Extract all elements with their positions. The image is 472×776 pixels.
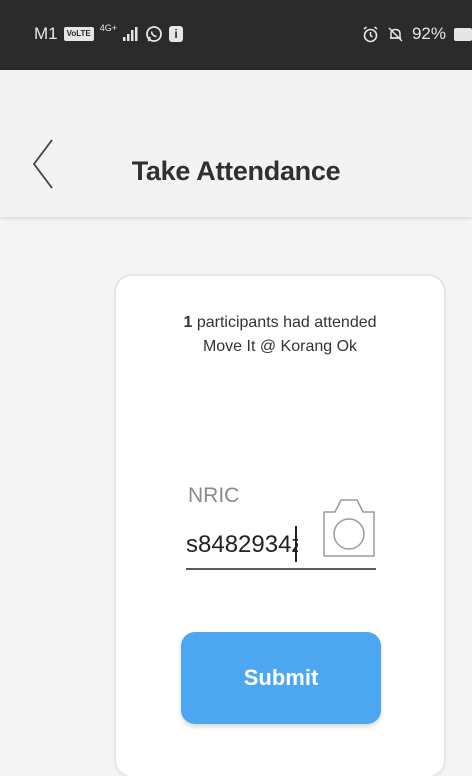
participants-summary: 1 participants had attended: [116, 314, 444, 332]
carrier-name: M1: [34, 24, 58, 43]
whatsapp-icon: [146, 26, 162, 42]
network-type: 4G+: [99, 22, 118, 33]
submit-button[interactable]: Submit: [181, 632, 381, 724]
nric-input[interactable]: [186, 528, 298, 562]
info-icon: i: [169, 26, 184, 42]
nric-underline: [186, 568, 376, 570]
camera-button[interactable]: [322, 492, 376, 558]
event-name: Move It @ Korang Ok: [202, 338, 358, 355]
text-cursor: [295, 526, 297, 562]
mute-icon: [388, 26, 403, 42]
battery-level: 92%: [411, 24, 446, 43]
status-bar: M1 VoLTE 4G+ i 92%: [0, 0, 472, 70]
status-right: 92%: [362, 24, 472, 44]
volte-badge: VoLTE: [63, 27, 94, 41]
participant-count: 1: [183, 314, 193, 331]
nric-label: NRIC: [188, 484, 240, 507]
attendance-card: 1 participants had attended Move It @ Ko…: [116, 276, 444, 776]
alarm-icon: [363, 25, 378, 42]
signal-icon: [123, 27, 138, 41]
battery-icon: [454, 27, 472, 41]
app-header: Take Attendance: [0, 70, 472, 217]
camera-icon: [323, 499, 375, 557]
status-left: M1 VoLTE 4G+ i: [34, 22, 184, 44]
participants-text: participants had attended: [196, 314, 377, 331]
page-title: Take Attendance: [131, 156, 341, 186]
